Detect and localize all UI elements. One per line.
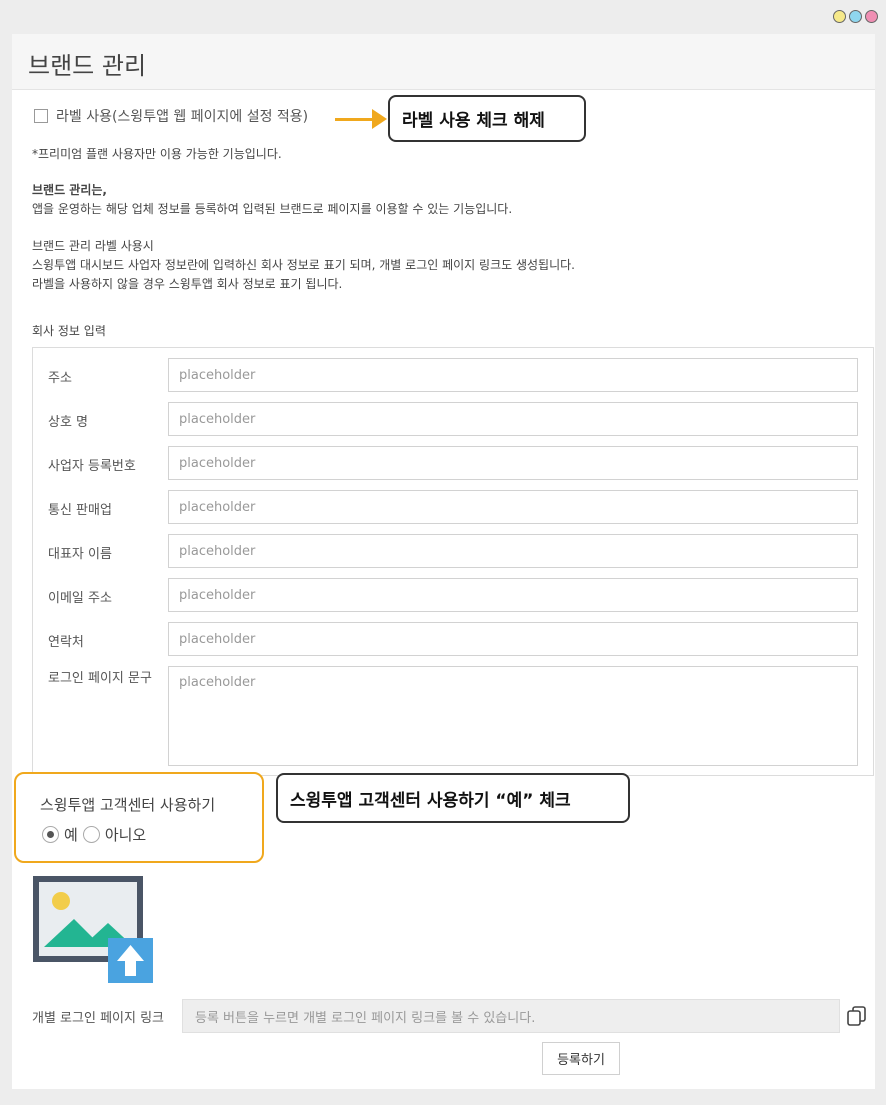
- field-label-ceo-name: 대표자 이름: [48, 547, 112, 562]
- label-use-checkbox-label: 라벨 사용(스윙투앱 웹 페이지에 설정 적용): [56, 109, 309, 125]
- field-label-login-text: 로그인 페이지 문구: [48, 671, 152, 686]
- radio-yes[interactable]: [42, 826, 59, 843]
- address-input[interactable]: [168, 358, 858, 392]
- page-title: 브랜드 관리: [28, 52, 147, 80]
- company-info-form: 주소 상호 명 사업자 등록번호 통신 판매업 대표자 이름 이메일 주소 연락…: [32, 347, 874, 776]
- label-use-checkbox-row[interactable]: 라벨 사용(스윙투앱 웹 페이지에 설정 적용): [34, 106, 308, 126]
- label-usage-line-2: 라벨을 사용하지 않을 경우 스윙투앱 회사 정보로 표기 됩니다.: [32, 277, 343, 291]
- radio-no-label: 아니오: [104, 826, 147, 844]
- callout-label-uncheck: 라벨 사용 체크 해제: [388, 95, 586, 142]
- email-input[interactable]: [168, 578, 858, 612]
- business-number-input[interactable]: [168, 446, 858, 480]
- brand-description: 앱을 운영하는 해당 업체 정보를 등록하여 입력된 브랜드로 페이지를 이용할…: [32, 202, 513, 216]
- login-link-value: 등록 버튼을 누르면 개별 로그인 페이지 링크를 볼 수 있습니다.: [195, 1010, 536, 1026]
- radio-option-no[interactable]: 아니오: [82, 824, 147, 845]
- window-dot-blue[interactable]: [849, 10, 862, 23]
- login-text-textarea[interactable]: [168, 666, 858, 766]
- login-link-field[interactable]: 등록 버튼을 누르면 개별 로그인 페이지 링크를 볼 수 있습니다.: [182, 999, 840, 1033]
- company-name-input[interactable]: [168, 402, 858, 436]
- radio-yes-label: 예: [64, 826, 78, 844]
- image-upload-icon[interactable]: [32, 875, 154, 985]
- register-button[interactable]: 등록하기: [542, 1042, 620, 1075]
- radio-no[interactable]: [82, 826, 100, 843]
- contact-input[interactable]: [168, 622, 858, 656]
- image-upload-graphic: [33, 876, 153, 983]
- customer-center-radio-group: 예 아니오: [42, 824, 151, 845]
- field-label-email: 이메일 주소: [48, 591, 112, 606]
- login-link-label: 개별 로그인 페이지 링크: [32, 1011, 164, 1026]
- copy-icon-graphic: [847, 1006, 866, 1026]
- customer-center-option-box: 스윙투앱 고객센터 사용하기 예 아니오: [14, 772, 264, 863]
- premium-note: *프리미엄 플랜 사용자만 이용 가능한 기능입니다.: [32, 147, 282, 161]
- callout-arrow-head: [372, 109, 387, 129]
- label-usage-line-1: 스윙투앱 대시보드 사업자 정보란에 입력하신 회사 정보로 표기 되며, 개별…: [32, 258, 575, 272]
- company-info-section-title: 회사 정보 입력: [32, 324, 106, 338]
- brand-heading: 브랜드 관리는,: [32, 183, 107, 197]
- label-use-checkbox[interactable]: [34, 109, 48, 123]
- customer-center-title: 스윙투앱 고객센터 사용하기: [40, 796, 216, 814]
- field-label-address: 주소: [48, 371, 72, 386]
- field-label-company-name: 상호 명: [48, 415, 89, 430]
- field-label-mail-order: 통신 판매업: [48, 503, 112, 518]
- mail-order-input[interactable]: [168, 490, 858, 524]
- copy-icon[interactable]: [846, 1005, 868, 1027]
- window-controls: [833, 10, 878, 23]
- field-label-business-number: 사업자 등록번호: [48, 459, 136, 474]
- brand-management-panel: 브랜드 관리 라벨 사용(스윙투앱 웹 페이지에 설정 적용) 라벨 사용 체크…: [12, 34, 875, 1089]
- window-dot-pink[interactable]: [865, 10, 878, 23]
- field-label-contact: 연락처: [48, 635, 84, 650]
- radio-option-yes[interactable]: 예: [42, 824, 78, 845]
- panel-header: 브랜드 관리: [12, 34, 875, 90]
- label-usage-heading: 브랜드 관리 라벨 사용시: [32, 239, 154, 253]
- window-dot-yellow[interactable]: [833, 10, 846, 23]
- ceo-name-input[interactable]: [168, 534, 858, 568]
- callout-customer-center: 스윙투앱 고객센터 사용하기 “예” 체크: [276, 773, 630, 823]
